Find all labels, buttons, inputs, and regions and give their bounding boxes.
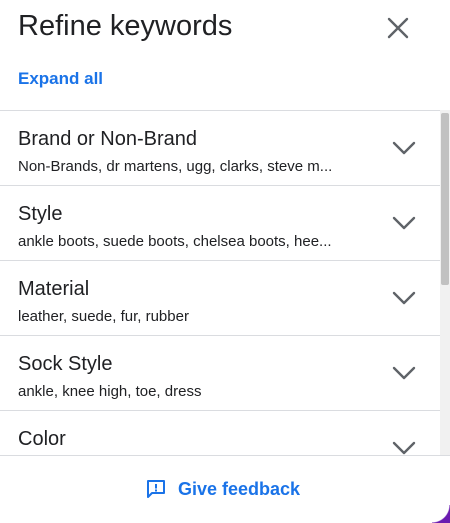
panel-title: Refine keywords <box>18 10 233 42</box>
refine-keywords-panel: Refine keywords Expand all Brand or Non-… <box>0 0 450 523</box>
give-feedback-label: Give feedback <box>178 478 301 499</box>
chevron-down-icon[interactable] <box>390 138 418 158</box>
chevron-down-icon[interactable] <box>390 213 418 233</box>
close-button[interactable] <box>382 12 414 44</box>
panel-header: Refine keywords Expand all <box>0 0 450 110</box>
close-icon <box>387 17 409 39</box>
category-subtitle: ankle, knee high, toe, dress <box>18 383 202 400</box>
chevron-down-icon[interactable] <box>390 363 418 383</box>
scrollbar-thumb[interactable] <box>441 113 449 285</box>
category-item-sock-style[interactable]: Sock Style ankle, knee high, toe, dress <box>0 335 440 410</box>
list-scrollbar[interactable] <box>440 110 450 455</box>
category-item-brand[interactable]: Brand or Non-Brand Non-Brands, dr marten… <box>0 110 440 185</box>
category-title: Material <box>18 278 90 300</box>
category-title: Brand or Non-Brand <box>18 128 197 150</box>
category-item-material[interactable]: Material leather, suede, fur, rubber <box>0 260 440 335</box>
panel-footer: Give feedback <box>0 455 450 523</box>
chevron-down-icon[interactable] <box>390 288 418 308</box>
chevron-down-icon[interactable] <box>390 438 418 455</box>
feedback-icon <box>147 480 165 498</box>
category-item-color[interactable]: Color <box>0 410 440 455</box>
give-feedback-button[interactable]: Give feedback <box>145 476 300 502</box>
category-subtitle: ankle boots, suede boots, chelsea boots,… <box>18 233 332 250</box>
category-item-style[interactable]: Style ankle boots, suede boots, chelsea … <box>0 185 440 260</box>
expand-all-link[interactable]: Expand all <box>18 68 103 90</box>
keyword-category-list: Brand or Non-Brand Non-Brands, dr marten… <box>0 110 440 455</box>
category-title: Sock Style <box>18 353 113 375</box>
category-subtitle: Non-Brands, dr martens, ugg, clarks, ste… <box>18 158 333 175</box>
category-title: Color <box>18 428 66 450</box>
corner-accent <box>432 505 450 523</box>
category-subtitle: leather, suede, fur, rubber <box>18 308 189 325</box>
category-title: Style <box>18 203 63 225</box>
